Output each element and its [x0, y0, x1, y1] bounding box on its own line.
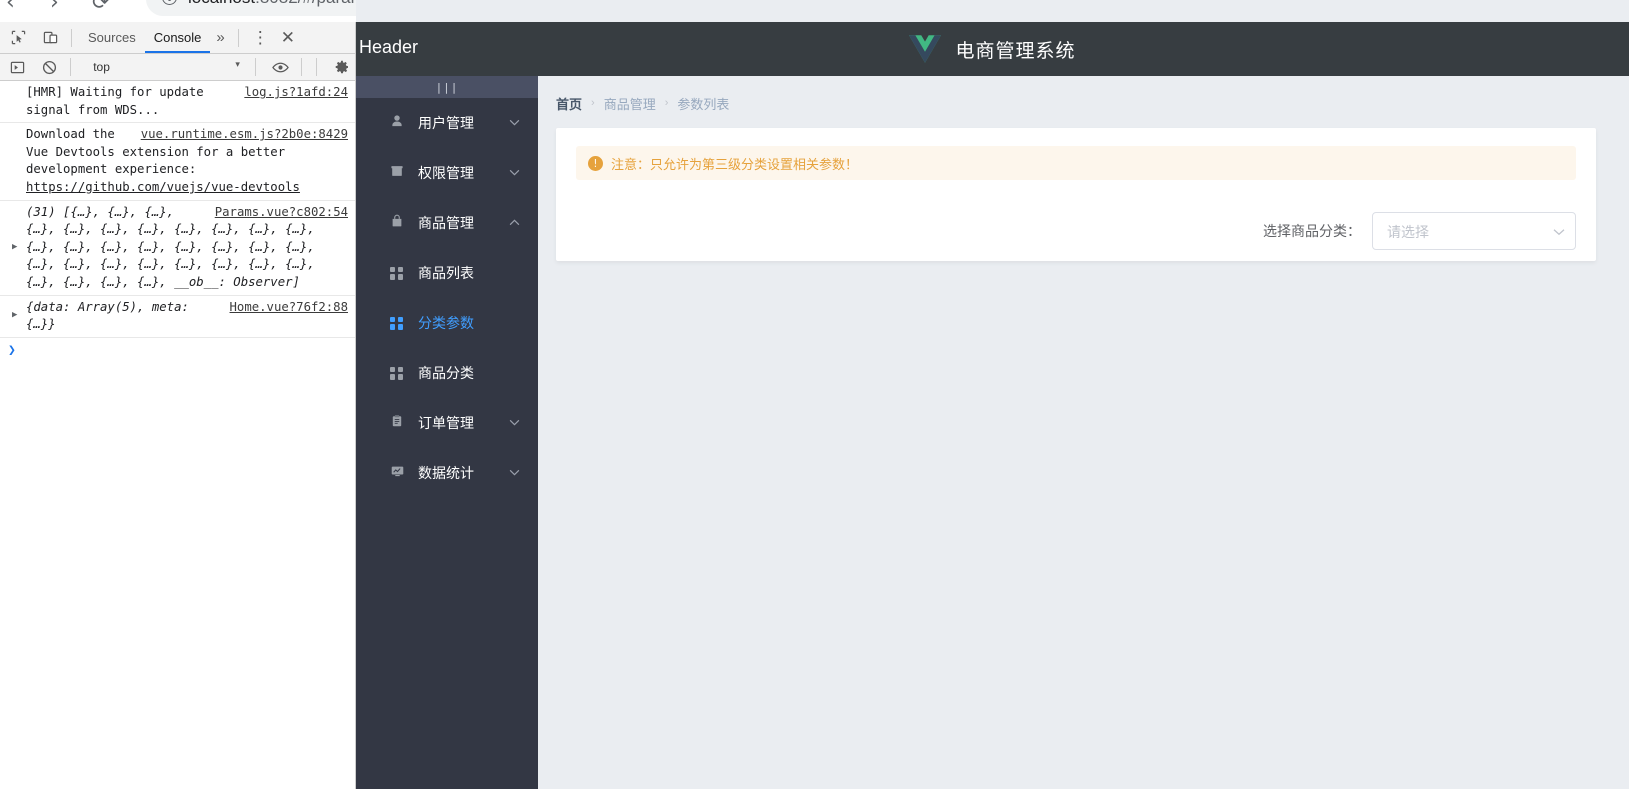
app-title: 电商管理系统	[955, 40, 1076, 62]
vue-logo-icon	[909, 35, 942, 63]
breadcrumb-item-goods[interactable]: 商品管理	[604, 94, 656, 113]
console-row[interactable]: log.js?1afd:24 [HMR] Waiting for update …	[0, 81, 355, 124]
divider	[254, 58, 256, 76]
divider	[316, 58, 318, 76]
sidebar-group-orders[interactable]: 订单管理	[356, 398, 538, 448]
sidebar-item-label: 分类参数	[418, 315, 474, 331]
category-select-label: 选择商品分类：	[1263, 223, 1361, 239]
device-toolbar-icon[interactable]	[36, 24, 64, 52]
grid-icon	[390, 316, 403, 330]
address-bar-host: localhost	[188, 0, 255, 7]
sidebar-group-label: 数据统计	[418, 465, 474, 481]
divider	[301, 58, 303, 76]
address-bar-url: localhost:8082/#/params	[188, 0, 373, 8]
sidebar-item-goods-list[interactable]: 商品列表	[356, 248, 538, 298]
console-source-link[interactable]: Params.vue?c802:54	[215, 204, 348, 222]
tab-console[interactable]: Console	[144, 22, 211, 53]
console-message: [HMR] Waiting for update signal from WDS…	[26, 85, 204, 117]
main-content: 首页 › 商品管理 › 参数列表 ! 注意：只允许为第三级分类设置相关参数！ 选…	[538, 76, 1629, 789]
sidebar-group-statistics[interactable]: 数据统计	[356, 448, 538, 498]
divider	[71, 28, 72, 47]
sidebar-group-label: 用户管理	[418, 115, 474, 131]
console-context-select[interactable]: top ▾	[82, 57, 248, 78]
sidebar-item-label: 商品分类	[418, 365, 474, 381]
console-inline-link[interactable]: https://github.com/vuejs/vue-devtools	[26, 180, 300, 194]
chart-icon	[390, 464, 412, 482]
live-expression-icon[interactable]	[267, 53, 295, 81]
collapse-bars-icon: |||	[435, 80, 459, 94]
divider	[237, 28, 239, 47]
breadcrumb-item-home[interactable]: 首页	[556, 94, 582, 113]
console-source-link[interactable]: Home.vue?76f2:88	[230, 299, 348, 317]
breadcrumb-separator-icon: ›	[591, 97, 595, 109]
sidebar-group-goods[interactable]: 商品管理	[356, 198, 538, 248]
gear-icon[interactable]	[328, 53, 355, 81]
console-output[interactable]: log.js?1afd:24 [HMR] Waiting for update …	[0, 81, 355, 789]
bag-icon	[390, 214, 412, 232]
chevron-down-icon	[1553, 226, 1565, 239]
sidebar-group-users[interactable]: 用户管理	[356, 98, 538, 148]
chevron-down-icon: ▾	[235, 58, 240, 69]
console-context-value: top	[93, 59, 110, 74]
warning-alert: ! 注意：只允许为第三级分类设置相关参数！	[576, 146, 1576, 180]
prompt-caret-icon: ❯	[8, 342, 16, 358]
execute-snippet-icon[interactable]	[4, 53, 32, 81]
sidebar-item-goods-category[interactable]: 商品分类	[356, 348, 538, 398]
expand-triangle-icon[interactable]: ▶	[12, 239, 17, 257]
close-icon[interactable]: ✕	[275, 28, 301, 48]
sidebar-collapse-toggle[interactable]: |||	[356, 76, 538, 98]
site-info-icon[interactable]: i	[162, 0, 177, 5]
back-arrow-icon[interactable]: ‹	[6, 0, 15, 15]
sidebar-item-category-params[interactable]: 分类参数	[356, 298, 538, 348]
sidebar: ||| 用户管理 权限管理 商品管理 商品列表 分类参数 商品分类 订单管理 数…	[356, 76, 538, 789]
category-cascader[interactable]: 请选择	[1372, 212, 1576, 250]
brand: 电商管理系统	[356, 22, 1629, 76]
app-header: Header 电商管理系统	[356, 22, 1629, 76]
chevron-up-icon	[509, 217, 520, 229]
divider	[70, 58, 72, 76]
user-icon	[390, 114, 412, 132]
clipboard-icon	[390, 414, 412, 432]
box-icon	[390, 164, 412, 182]
sidebar-group-label: 商品管理	[418, 215, 474, 231]
expand-triangle-icon[interactable]: ▶	[12, 307, 17, 325]
category-select-row: 选择商品分类： 请选择	[1263, 212, 1576, 250]
devtools-menu-icon[interactable]: ⋮	[248, 28, 273, 48]
breadcrumb: 首页 › 商品管理 › 参数列表	[556, 90, 1611, 116]
forward-arrow-icon[interactable]: ›	[50, 0, 59, 15]
sidebar-item-label: 商品列表	[418, 265, 474, 281]
sidebar-group-label: 权限管理	[418, 165, 474, 181]
content-card: ! 注意：只允许为第三级分类设置相关参数！ 选择商品分类： 请选择	[556, 128, 1596, 261]
console-source-link[interactable]: vue.runtime.esm.js?2b0e:8429	[141, 126, 348, 144]
console-row[interactable]: vue.runtime.esm.js?2b0e:8429 Download th…	[0, 123, 355, 201]
reload-icon[interactable]: ⟳	[92, 0, 110, 14]
warning-icon: !	[588, 155, 603, 171]
console-source-link[interactable]: log.js?1afd:24	[244, 84, 348, 102]
clear-console-icon[interactable]	[36, 53, 64, 81]
chevron-down-icon	[509, 117, 520, 129]
more-tabs-icon[interactable]: »	[210, 29, 230, 46]
console-toolbar: top ▾	[0, 53, 355, 81]
console-input[interactable]: ❯	[0, 338, 355, 362]
inspect-element-icon[interactable]	[4, 24, 32, 52]
breadcrumb-item-params: 参数列表	[677, 96, 730, 112]
console-message: {data: Array(5), meta: {…}}	[26, 299, 189, 332]
chevron-down-icon	[509, 417, 520, 429]
grid-icon	[390, 366, 403, 380]
devtools-tabbar: Sources Console » ⋮ ✕	[0, 22, 355, 54]
category-cascader-placeholder: 请选择	[1387, 224, 1429, 240]
devtools-panel: Sources Console » ⋮ ✕ top ▾ log.js?1afd:…	[0, 22, 356, 789]
warning-alert-text: 注意：只允许为第三级分类设置相关参数！	[611, 156, 859, 172]
chevron-down-icon	[509, 467, 520, 479]
web-app: Header 电商管理系统 ||| 用户管理 权限管理 商品管理 商品列表 分类…	[356, 0, 1629, 789]
sidebar-group-label: 订单管理	[418, 415, 474, 431]
grid-icon	[390, 266, 403, 280]
console-row[interactable]: ▶ Home.vue?76f2:88 {data: Array(5), meta…	[0, 296, 355, 338]
breadcrumb-separator-icon: ›	[664, 97, 669, 109]
console-row[interactable]: ▶ Params.vue?c802:54 (31) [{…}, {…}, {…}…	[0, 201, 355, 296]
sidebar-group-permissions[interactable]: 权限管理	[356, 148, 538, 198]
tab-sources[interactable]: Sources	[79, 22, 145, 53]
chevron-down-icon	[509, 167, 520, 179]
